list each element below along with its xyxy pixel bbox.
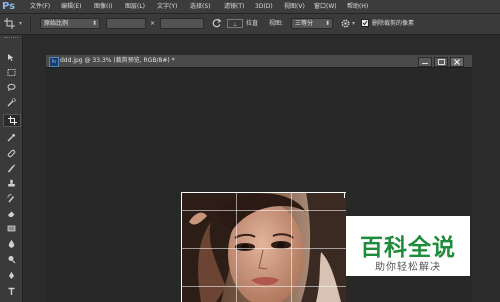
- brush-tool-icon[interactable]: [3, 163, 19, 174]
- menu-type[interactable]: 文字(Y): [157, 0, 177, 13]
- photoshop-logo: Ps: [2, 1, 16, 12]
- crop-tool-icon[interactable]: [3, 114, 21, 127]
- minimize-button[interactable]: [418, 57, 432, 67]
- menu-edit[interactable]: 编辑(E): [61, 0, 81, 13]
- menu-view[interactable]: 视图(V): [284, 0, 305, 13]
- menu-help[interactable]: 帮助(H): [347, 0, 368, 13]
- menu-3d[interactable]: 3D(D): [255, 0, 273, 13]
- maximize-button[interactable]: [434, 57, 448, 67]
- rotate-reset-icon[interactable]: [211, 18, 222, 29]
- maximize-icon: [438, 59, 445, 65]
- crop-preview-photo[interactable]: [181, 192, 346, 302]
- document-title-bar[interactable]: Ps ddd.jpg @ 33.3% (裁剪预览, RGB/8#) *: [46, 55, 472, 68]
- watermark-logo: 百科全说 助你轻松解决: [346, 216, 470, 276]
- delete-cropped-label[interactable]: 删除裁剪的像素: [372, 18, 414, 29]
- pen-tool-icon[interactable]: [3, 270, 19, 281]
- menu-select[interactable]: 选择(S): [190, 0, 211, 13]
- watermark-title: 百科全说: [360, 235, 456, 261]
- gear-icon[interactable]: [340, 18, 351, 29]
- view-label: 视图:: [269, 20, 284, 27]
- quick-select-tool-icon[interactable]: [3, 97, 19, 108]
- close-button[interactable]: [450, 57, 464, 67]
- menu-window[interactable]: 窗口(W): [314, 0, 337, 13]
- document-title: ddd.jpg @ 33.3% (裁剪预览, RGB/8#) *: [60, 57, 175, 64]
- crop-handle-left[interactable]: [181, 244, 187, 249]
- blur-tool-icon[interactable]: [3, 238, 19, 249]
- clone-stamp-tool-icon[interactable]: [3, 178, 19, 189]
- lasso-tool-icon[interactable]: [3, 82, 19, 93]
- menu-layer[interactable]: 图层(L): [125, 0, 145, 13]
- menu-image[interactable]: 图像(I): [94, 0, 112, 13]
- ratio-select-value: 原始比例: [44, 20, 69, 27]
- crop-handle-top[interactable]: [259, 192, 264, 198]
- close-icon: [454, 59, 460, 65]
- menu-filter[interactable]: 滤镜(T): [224, 0, 244, 13]
- gradient-tool-icon[interactable]: [3, 223, 19, 234]
- grid-line-horizontal: [181, 248, 346, 249]
- watermark-subtitle: 助你轻松解决: [375, 262, 441, 273]
- grid-line-horizontal: [181, 286, 346, 287]
- dodge-tool-icon[interactable]: [3, 254, 19, 265]
- crop-width-input[interactable]: [106, 18, 146, 29]
- crop-handle-top-right[interactable]: [339, 192, 345, 198]
- chevron-down-icon: ⬍: [324, 20, 330, 27]
- preset-dropdown-caret-icon[interactable]: ▾: [19, 20, 22, 27]
- document-ps-badge: Ps: [49, 57, 59, 67]
- toolbox-grip[interactable]: [4, 37, 18, 40]
- straighten-icon[interactable]: ⟂: [227, 19, 243, 28]
- type-tool-icon[interactable]: [3, 286, 19, 297]
- chevron-down-icon: ⬍: [91, 20, 97, 27]
- grid-line-horizontal: [181, 210, 346, 211]
- healing-brush-tool-icon[interactable]: [3, 148, 19, 159]
- times-sign: ×: [150, 20, 156, 27]
- crop-height-input[interactable]: [160, 18, 204, 29]
- menu-bar: Ps 文件(F) 编辑(E) 图像(I) 图层(L) 文字(Y) 选择(S) 滤…: [0, 0, 500, 14]
- toolbox: [0, 35, 23, 302]
- options-bar: ▾ 原始比例 ⬍ × ⟂ 拉直 视图: 三等分 ⬍ ▾ 删除裁剪的像素: [0, 14, 500, 35]
- move-tool-icon[interactable]: [3, 52, 19, 63]
- eyedropper-tool-icon[interactable]: [3, 132, 19, 143]
- menu-file[interactable]: 文件(F): [30, 0, 50, 13]
- minimize-icon: [422, 63, 428, 64]
- delete-cropped-checkbox[interactable]: [361, 19, 369, 27]
- ratio-select[interactable]: 原始比例 ⬍: [40, 18, 100, 29]
- settings-caret-icon[interactable]: ▾: [352, 20, 355, 27]
- eraser-tool-icon[interactable]: [3, 208, 19, 219]
- straighten-label[interactable]: 拉直: [246, 18, 258, 29]
- marquee-tool-icon[interactable]: [3, 67, 19, 78]
- history-brush-tool-icon[interactable]: [3, 193, 19, 204]
- crop-preset-icon[interactable]: [4, 18, 18, 29]
- crop-handle-top-left[interactable]: [181, 192, 187, 198]
- view-overlay-select[interactable]: 三等分 ⬍: [291, 18, 333, 29]
- separator: [30, 17, 31, 31]
